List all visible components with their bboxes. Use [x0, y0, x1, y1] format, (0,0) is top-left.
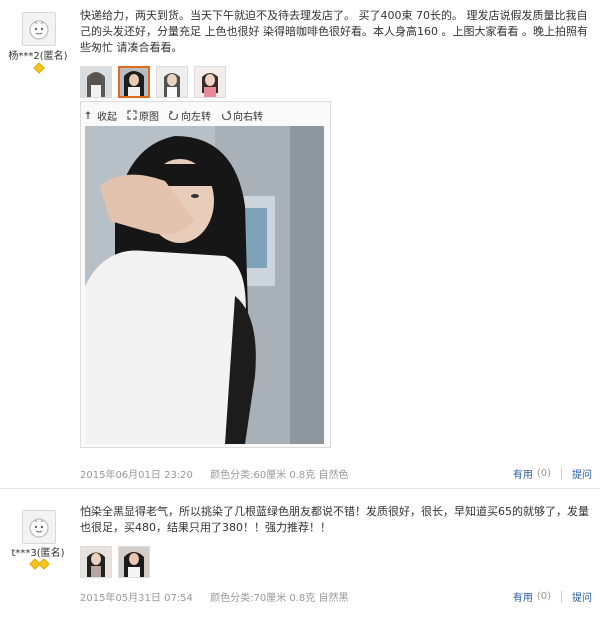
useful-button[interactable]: 有用	[513, 466, 533, 481]
thumbnail-image[interactable]	[156, 66, 188, 98]
review-photo-large[interactable]	[85, 126, 324, 444]
collapse-label: 收起	[97, 111, 117, 123]
vip-badge-icon	[38, 558, 50, 570]
photo-thumb-icon	[120, 68, 148, 96]
useful-count: (0)	[536, 468, 551, 479]
default-avatar-icon	[29, 518, 49, 538]
review-text: 快递给力，两天到货。当天下午就迫不及待去理发店了。 买了400束 70长的。 理…	[80, 9, 588, 54]
image-viewer: 收起 原图 向左转 向右转	[80, 101, 331, 448]
collapse-icon	[85, 111, 91, 119]
review-date: 2015年05月31日 07:54	[80, 593, 193, 604]
review-meta: 2015年06月01日 23:20 颜色分类:60厘米 0.8克 自然色	[80, 466, 362, 481]
review-date: 2015年06月01日 23:20	[80, 470, 193, 481]
photo-thumb-icon	[195, 67, 225, 97]
rotate-left-icon	[169, 110, 178, 120]
rotate-right-button[interactable]: 向右转	[221, 108, 263, 123]
rotate-left-button[interactable]: 向左转	[169, 108, 211, 123]
review-actions: 有用 (0) 提问	[513, 589, 592, 604]
photo-thumb-icon	[157, 67, 187, 97]
default-avatar-icon	[29, 20, 49, 40]
thumbnail-image-selected[interactable]	[118, 66, 150, 98]
divider	[561, 467, 562, 480]
user-avatar[interactable]	[22, 12, 56, 46]
thumbnail-image[interactable]	[194, 66, 226, 98]
ask-button[interactable]: 提问	[572, 589, 592, 604]
user-avatar[interactable]	[22, 510, 56, 544]
thumbnail-image[interactable]	[118, 546, 150, 578]
review-text: 怕染全黑显得老气，所以挑染了几根蓝绿色朋友都说不错！发质很好，很长，早知道买65…	[80, 505, 589, 534]
original-image-label: 原图	[139, 111, 159, 123]
photo-thumb-icon	[81, 547, 111, 577]
vip-badge-icon	[33, 62, 45, 74]
review-item: 杨***2(匿名) 快递给力，两天到货。当天下午就迫不及待去理发店了。 买了40…	[0, 0, 600, 487]
review-attributes: 颜色分类:70厘米 0.8克 自然黑	[210, 593, 349, 604]
useful-count: (0)	[536, 591, 551, 602]
review-meta: 2015年05月31日 07:54 颜色分类:70厘米 0.8克 自然黑	[80, 589, 362, 604]
divider	[561, 590, 562, 603]
review-item: t***3(匿名) 怕染全黑显得老气，所以挑染了几根蓝绿色朋友都说不错！发质很好…	[0, 490, 600, 618]
username[interactable]: 杨***2(匿名)	[0, 47, 76, 62]
useful-button[interactable]: 有用	[513, 589, 533, 604]
photo-thumb-icon	[81, 67, 111, 97]
viewer-toolbar: 收起 原图 向左转 向右转	[85, 106, 263, 124]
review-actions: 有用 (0) 提问	[513, 466, 592, 481]
rotate-right-icon	[222, 110, 231, 120]
review-attributes: 颜色分类:60厘米 0.8克 自然色	[210, 470, 349, 481]
username[interactable]: t***3(匿名)	[0, 544, 76, 559]
expand-icon	[127, 110, 137, 120]
original-image-button[interactable]: 原图	[127, 108, 159, 123]
thumbnail-strip	[80, 66, 226, 98]
photo-image	[85, 126, 324, 444]
thumbnail-image[interactable]	[80, 66, 112, 98]
rotate-right-label: 向右转	[233, 111, 263, 123]
thumbnail-image[interactable]	[80, 546, 112, 578]
collapse-button[interactable]: 收起	[85, 108, 117, 123]
rotate-left-label: 向左转	[181, 111, 211, 123]
photo-thumb-icon	[119, 547, 149, 577]
review-divider	[0, 488, 600, 489]
ask-button[interactable]: 提问	[572, 466, 592, 481]
thumbnail-strip	[80, 546, 150, 578]
